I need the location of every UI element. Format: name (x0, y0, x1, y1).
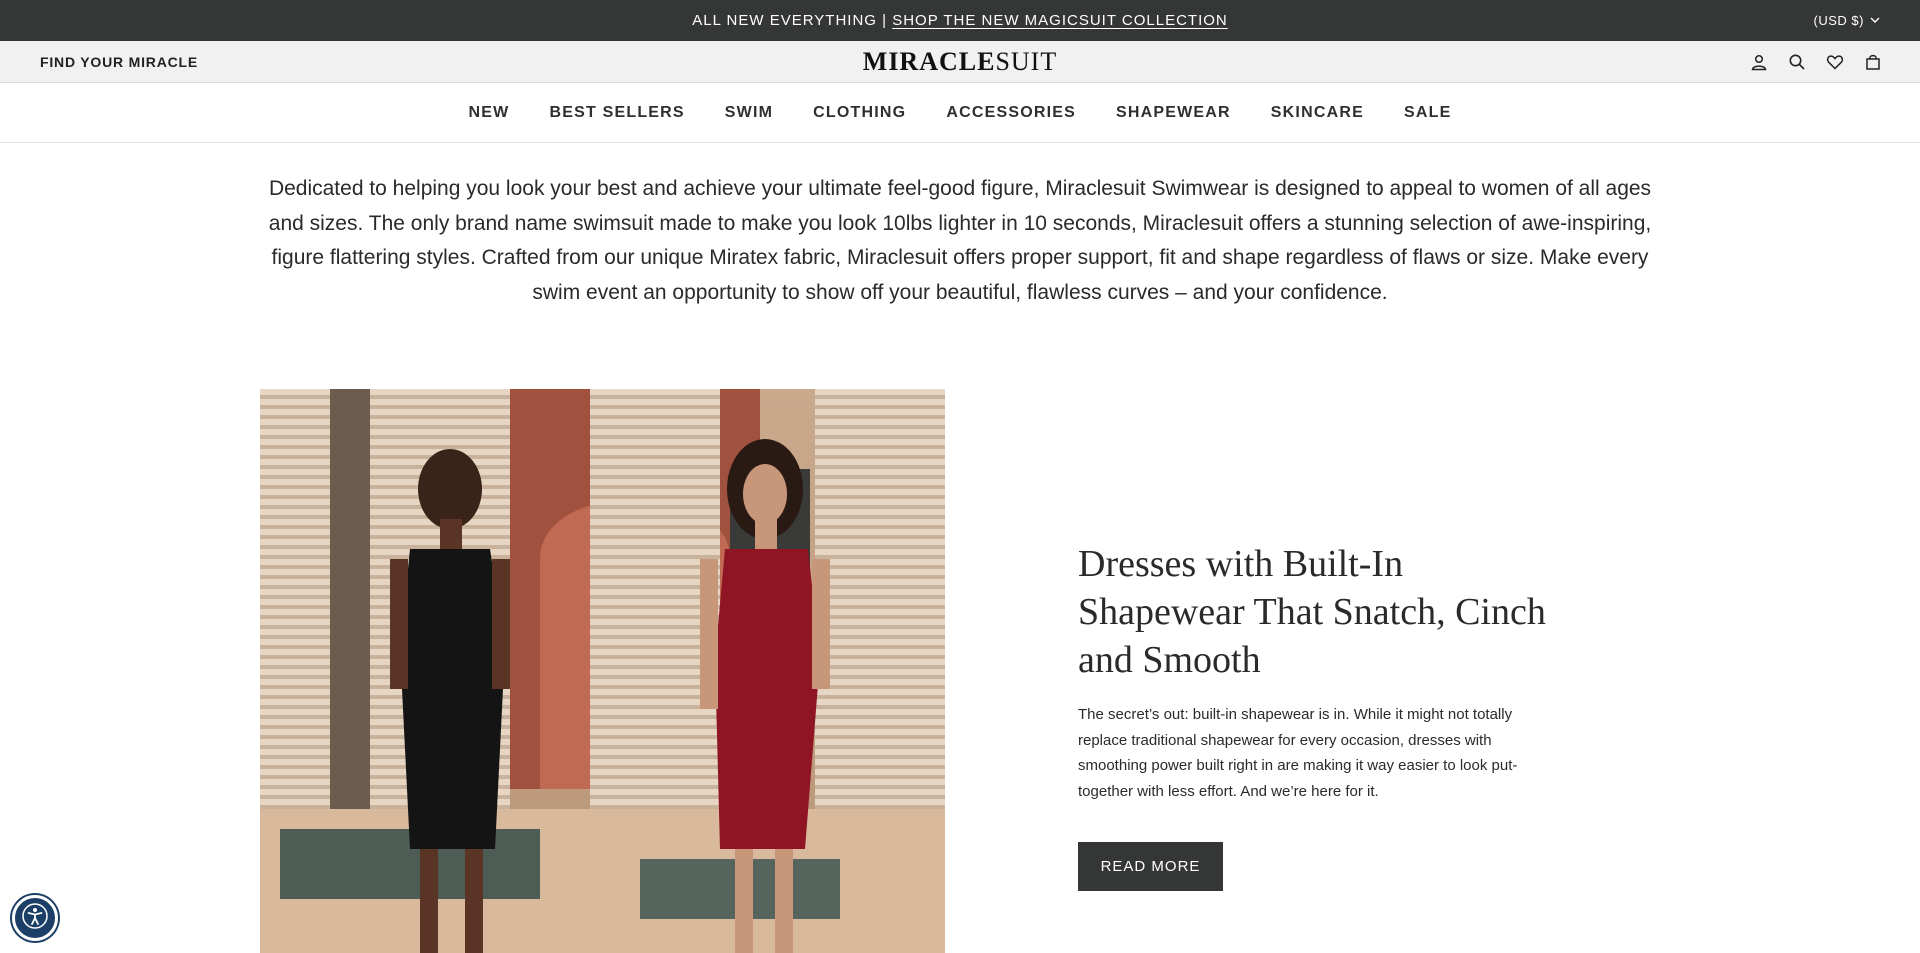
nav-item-accessories[interactable]: ACCESSORIES (946, 104, 1076, 122)
announcement-prefix: ALL NEW EVERYTHING | (692, 12, 888, 29)
find-your-miracle-link[interactable]: FIND YOUR MIRACLE (40, 54, 198, 70)
nav-item-new[interactable]: NEW (469, 104, 510, 122)
nav-item-sale[interactable]: SALE (1404, 104, 1451, 122)
currency-selector[interactable]: (USD $) (1814, 0, 1880, 41)
chevron-down-icon (1870, 13, 1880, 28)
feature-image[interactable] (260, 389, 945, 953)
account-icon[interactable] (1750, 53, 1768, 71)
cart-bag-icon[interactable] (1864, 53, 1882, 71)
feature-text-block: Dresses with Built-In Shapewear That Sna… (1078, 540, 1558, 891)
currency-label: (USD $) (1813, 13, 1864, 28)
site-logo[interactable]: MIRACLE SUIT (863, 47, 1057, 77)
announcement-link[interactable]: SHOP THE NEW MAGICSUIT COLLECTION (892, 12, 1228, 29)
wishlist-heart-icon[interactable] (1826, 53, 1844, 71)
accessibility-button[interactable] (12, 895, 58, 941)
intro-paragraph: Dedicated to helping you look your best … (268, 177, 1652, 304)
logo-bold-text: MIRACLE (862, 46, 996, 76)
nav-item-skincare[interactable]: SKINCARE (1271, 104, 1364, 122)
nav-item-swim[interactable]: SWIM (725, 104, 773, 122)
dresses-photo (260, 389, 945, 953)
nav-item-clothing[interactable]: CLOTHING (813, 104, 906, 122)
logo-light-text: SUIT (995, 46, 1058, 76)
search-icon[interactable] (1788, 53, 1806, 71)
header-icons (1750, 53, 1882, 71)
main-nav: NEW BEST SELLERS SWIM CLOTHING ACCESSORI… (0, 83, 1920, 143)
accessibility-person-icon (21, 902, 49, 935)
feature-body: The secret’s out: built-in shapewear is … (1078, 706, 1518, 800)
announcement-bar: ALL NEW EVERYTHING | SHOP THE NEW MAGICS… (0, 0, 1920, 41)
site-header: FIND YOUR MIRACLE MIRACLE SUIT (0, 41, 1920, 83)
read-more-button[interactable]: READ MORE (1078, 842, 1223, 891)
nav-item-shapewear[interactable]: SHAPEWEAR (1116, 104, 1231, 122)
feature-heading: Dresses with Built-In Shapewear That Sna… (1078, 543, 1546, 681)
nav-item-best-sellers[interactable]: BEST SELLERS (549, 104, 684, 122)
